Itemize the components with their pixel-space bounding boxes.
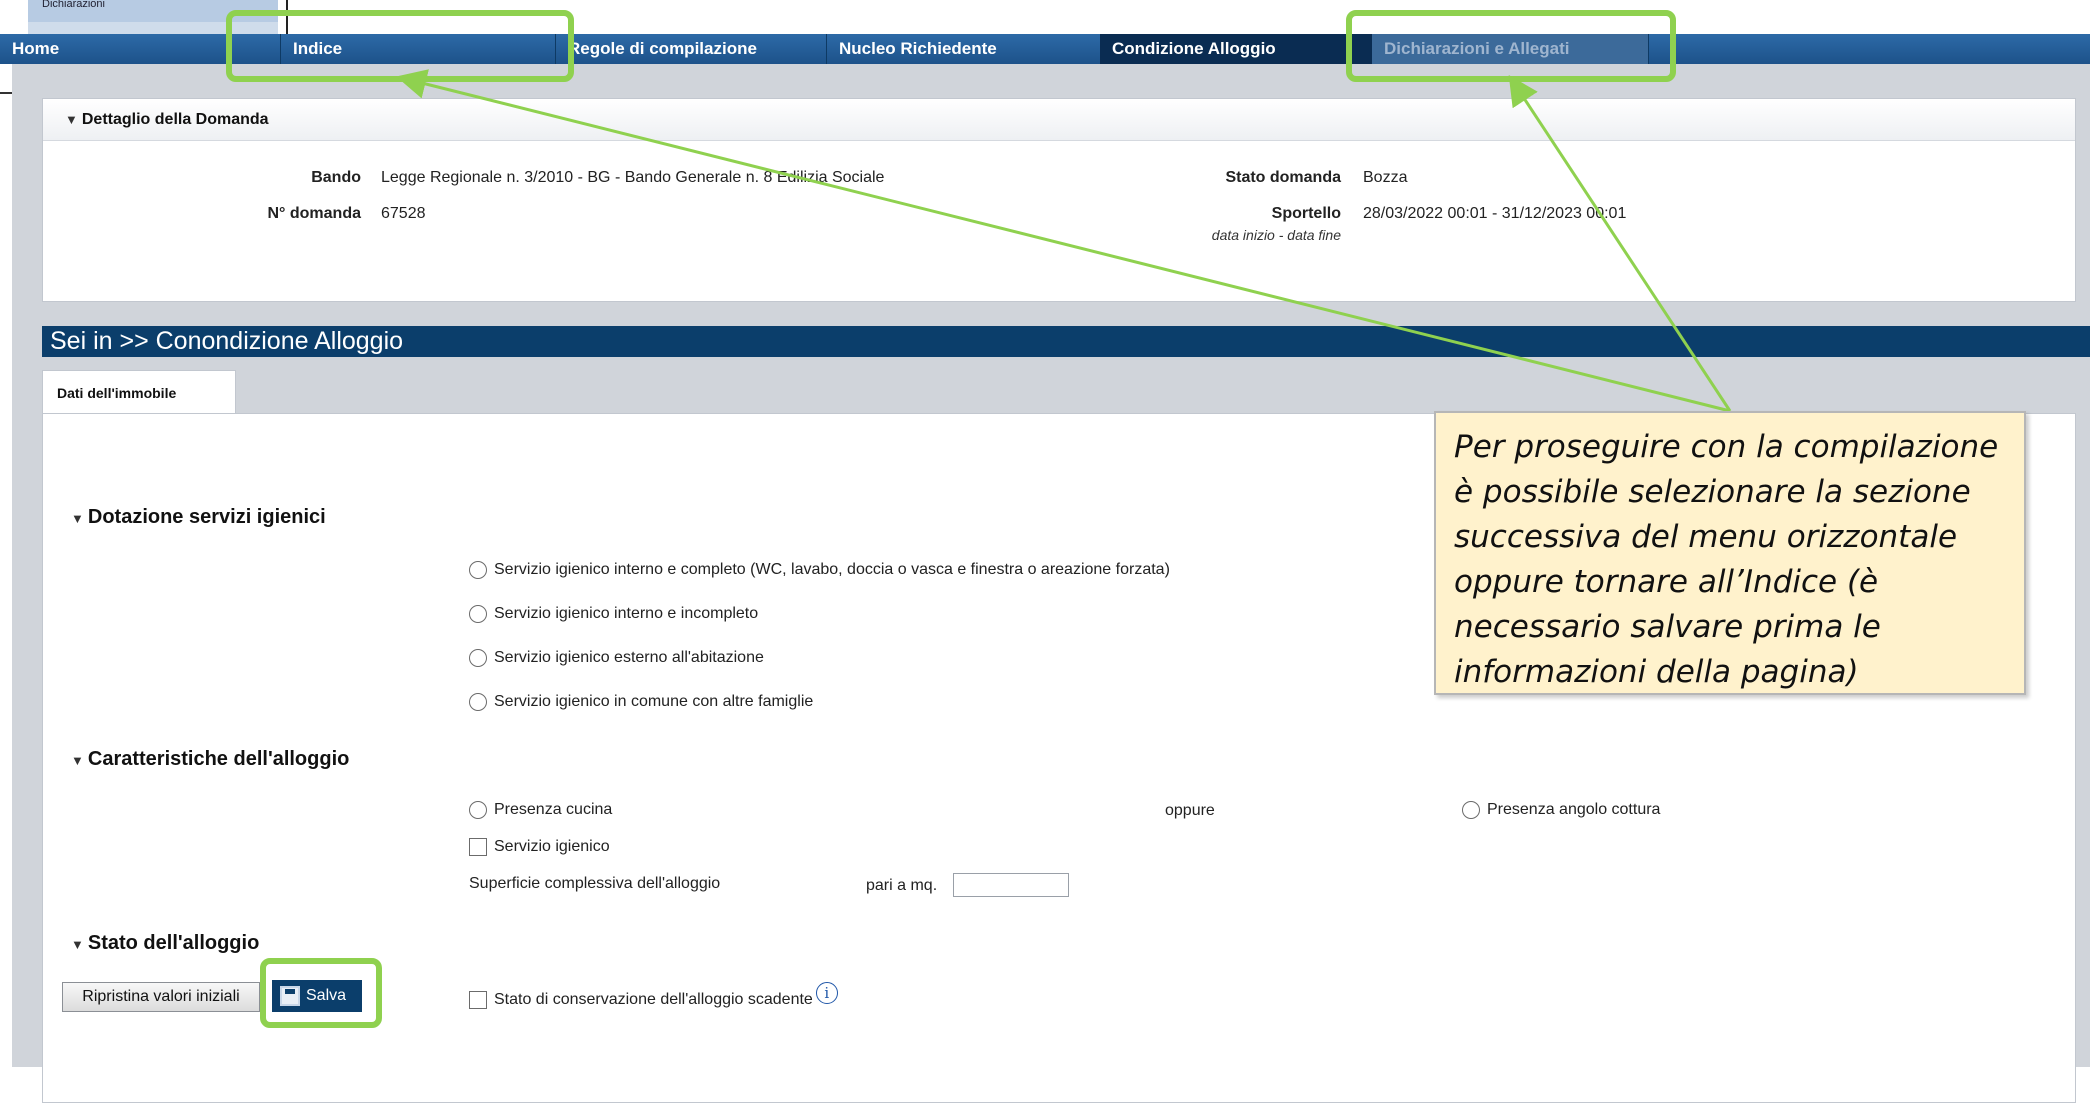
- highlight-dichiarazioni: [1346, 10, 1676, 82]
- checkbox[interactable]: [469, 991, 487, 1009]
- numero-domanda-label: N° domanda: [267, 205, 361, 222]
- radio-servizio-esterno[interactable]: Servizio igienico esterno all'abitazione: [469, 649, 764, 667]
- radio-servizio-comune[interactable]: Servizio igienico in comune con altre fa…: [469, 693, 813, 711]
- stato-domanda-value: Bozza: [1363, 169, 1408, 186]
- sportello-sublabel: data inizio - data fine: [1211, 227, 1341, 243]
- numero-domanda-value: 67528: [381, 205, 426, 222]
- radio-presenza-cucina[interactable]: Presenza cucina: [469, 801, 612, 819]
- radio-button[interactable]: [1462, 801, 1480, 819]
- superficie-label: Superficie complessiva dell'alloggio: [469, 875, 721, 892]
- checkbox-servizio-igienico[interactable]: Servizio igienico: [469, 838, 610, 856]
- highlight-salva: [260, 958, 382, 1028]
- radio-button[interactable]: [469, 649, 487, 667]
- radio-servizio-incompleto[interactable]: Servizio igienico interno e incompleto: [469, 605, 758, 623]
- detail-panel: ▼ Dettaglio della Domanda Bando Legge Reg…: [42, 98, 2076, 302]
- detail-title: Dettaglio della Domanda: [81, 111, 269, 128]
- nav-regole[interactable]: Regole di compilazione: [556, 34, 826, 64]
- checkbox-conservazione-scadente[interactable]: Stato di conservazione dell'alloggio sca…: [469, 982, 838, 1009]
- radio-button[interactable]: [469, 605, 487, 623]
- detail-header[interactable]: ▼ Dettaglio della Domanda: [43, 99, 2075, 141]
- highlight-indice: [226, 10, 574, 82]
- bando-value: Legge Regionale n. 3/2010 - BG - Bando G…: [381, 169, 885, 186]
- collapse-triangle-icon[interactable]: ▼: [71, 937, 84, 952]
- collapse-triangle-icon[interactable]: ▼: [65, 112, 78, 127]
- section-servizi-title[interactable]: ▼ Dotazione servizi igienici: [71, 506, 326, 529]
- reset-button[interactable]: Ripristina valori iniziali: [62, 982, 260, 1012]
- section-caratteristiche-title[interactable]: ▼ Caratteristiche dell'alloggio: [71, 748, 349, 771]
- collapse-triangle-icon[interactable]: ▼: [71, 753, 84, 768]
- sportello-label: Sportello: [1271, 205, 1341, 222]
- nav-nucleo[interactable]: Nucleo Richiedente: [827, 34, 1099, 64]
- sportello-value: 28/03/2022 00:01 - 31/12/2023 00:01: [1363, 205, 1627, 222]
- annotation-callout: Per proseguire con la compilazione è pos…: [1434, 411, 2026, 695]
- oppure-label: oppure: [1165, 802, 1215, 819]
- pari-label: pari a mq.: [866, 877, 938, 894]
- checkbox[interactable]: [469, 838, 487, 856]
- info-icon[interactable]: i: [815, 982, 838, 1004]
- nav-condizione[interactable]: Condizione Alloggio: [1100, 34, 1372, 64]
- radio-servizio-completo[interactable]: Servizio igienico interno e completo (WC…: [469, 561, 1170, 579]
- stato-domanda-label: Stato domanda: [1225, 169, 1341, 186]
- collapse-triangle-icon[interactable]: ▼: [71, 511, 84, 526]
- page-breadcrumb: Sei in >> Conondizione Alloggio: [42, 326, 2090, 357]
- divider: [0, 92, 12, 94]
- section-stato-title[interactable]: ▼ Stato dell'alloggio: [71, 932, 259, 955]
- bando-label: Bando: [311, 169, 361, 186]
- superficie-input[interactable]: [953, 873, 1069, 897]
- tab-dati-immobile[interactable]: Dati dell'immobile: [42, 370, 236, 414]
- radio-angolo-cottura[interactable]: Presenza angolo cottura: [1462, 801, 1660, 819]
- radio-button[interactable]: [469, 561, 487, 579]
- radio-button[interactable]: [469, 801, 487, 819]
- radio-button[interactable]: [469, 693, 487, 711]
